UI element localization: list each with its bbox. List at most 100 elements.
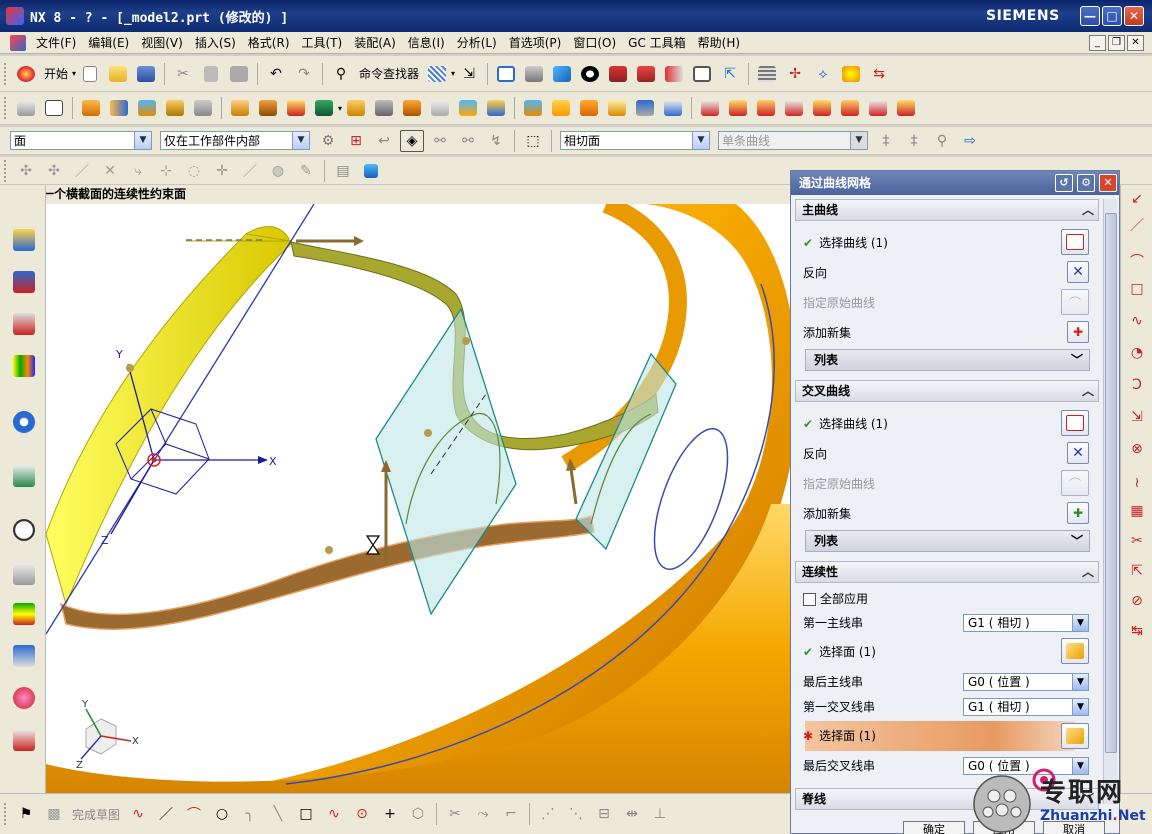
quick-extend-icon[interactable]: ⤳ <box>471 803 495 825</box>
general-select-icon[interactable]: ⊞ <box>344 130 368 152</box>
primary-reverse-button[interactable]: ✕ <box>1067 261 1089 283</box>
assembly-filter-icon[interactable]: ⚙ <box>316 130 340 152</box>
continuity-header[interactable]: 连续性 ︿ <box>795 561 1099 583</box>
edge-blend-icon[interactable] <box>400 97 424 119</box>
subtract-icon[interactable] <box>549 97 573 119</box>
save-icon[interactable] <box>134 63 158 85</box>
paste-icon[interactable] <box>227 63 251 85</box>
forward-arrow-icon[interactable]: ⇨ <box>958 130 982 152</box>
command-finder-icon[interactable]: ⚲ <box>329 63 353 85</box>
menu-info[interactable]: 信息(I) <box>402 34 451 51</box>
stop-at-intersection-icon[interactable]: ‡ <box>874 130 898 152</box>
system-materials-icon[interactable] <box>10 559 38 589</box>
ok-button[interactable]: 确定 <box>903 821 965 834</box>
sketch-line-icon[interactable]: ／ <box>154 803 178 825</box>
rectangle-select-icon[interactable]: ⬚ <box>521 130 545 152</box>
path-select-icon[interactable]: ⚲ <box>930 130 954 152</box>
primary-list-toggle[interactable]: 列表 ﹀ <box>805 349 1090 371</box>
primary-curves-header[interactable]: 主曲线 ︿ <box>795 199 1099 221</box>
chevron-down-icon[interactable]: ▼ <box>692 132 709 149</box>
hole-icon[interactable] <box>163 97 187 119</box>
quick-trim-icon[interactable]: ✂ <box>443 803 467 825</box>
rotate-view-icon[interactable] <box>522 63 546 85</box>
chamfer-icon[interactable] <box>428 97 452 119</box>
chevron-down-icon[interactable]: ﹀ <box>1071 531 1083 551</box>
chevron-down-icon[interactable]: ▼ <box>292 132 309 149</box>
rapid-dimension-icon[interactable]: ⇹ <box>620 803 644 825</box>
intersect-icon[interactable] <box>577 97 601 119</box>
copy-icon[interactable] <box>199 63 223 85</box>
sync-dimension-icon[interactable] <box>894 97 918 119</box>
history-icon[interactable] <box>10 515 38 545</box>
feature-tree-icon[interactable] <box>14 97 38 119</box>
manufacturing-wizard-icon[interactable] <box>10 641 38 671</box>
chevron-down-icon[interactable]: ▼ <box>1072 674 1088 690</box>
sketch-circle-icon[interactable]: ○ <box>210 803 234 825</box>
fit-view-icon[interactable] <box>494 63 518 85</box>
redo-icon[interactable]: ↷ <box>292 63 316 85</box>
pattern-icon[interactable] <box>633 97 657 119</box>
shaded-view-icon[interactable] <box>550 63 574 85</box>
snap-endpoint-icon[interactable]: ✣ <box>42 160 66 182</box>
studio-spline-icon[interactable]: ∿ <box>322 803 346 825</box>
select-face-button-1[interactable] <box>1061 638 1089 664</box>
sync-offset-icon[interactable] <box>726 97 750 119</box>
command-finder-button[interactable]: 命令查找器 <box>355 65 423 82</box>
apply-all-checkbox[interactable] <box>803 592 816 606</box>
part-navigator-icon[interactable] <box>10 309 38 339</box>
system-scene-icon[interactable] <box>10 725 38 755</box>
chevron-down-icon[interactable]: ▼ <box>1072 699 1088 715</box>
composite-curve-icon[interactable]: ▦ <box>1127 503 1147 521</box>
collapse-icon[interactable]: ︿ <box>1082 381 1094 401</box>
primary-select-curve-row[interactable]: ✔ 选择曲线 (1) <box>803 233 888 253</box>
divide-curve-icon[interactable]: ⊘ <box>1127 593 1147 611</box>
offset-curve-icon[interactable]: ⋰ <box>536 803 560 825</box>
menu-insert[interactable]: 插入(S) <box>189 34 242 51</box>
dialog-close-icon[interactable]: ✕ <box>1099 174 1117 192</box>
sketch-ellipse-icon[interactable]: ⊙ <box>350 803 374 825</box>
snap-midpoint-icon[interactable]: ／ <box>70 160 94 182</box>
menu-analysis[interactable]: 分析(L) <box>451 34 503 51</box>
face-rule-combo[interactable]: 相切面 ▼ <box>560 131 710 150</box>
curve-offset-icon[interactable]: Ↄ <box>1127 377 1147 395</box>
collapse-icon[interactable]: ︿ <box>1082 200 1094 220</box>
snap-icon[interactable]: ⇆ <box>867 63 891 85</box>
menu-gc-toolbox[interactable]: GC 工具箱 <box>622 34 692 51</box>
snap-quadrant-icon[interactable]: ◌ <box>182 160 206 182</box>
first-primary-combo[interactable]: G1 ( 相切 ) ▼ <box>963 614 1089 632</box>
assembly-navigator-icon[interactable] <box>10 225 38 255</box>
menu-tools[interactable]: 工具(T) <box>296 34 349 51</box>
selection-filter-icon[interactable]: ⇲ <box>457 63 481 85</box>
menu-preferences[interactable]: 首选项(P) <box>503 34 568 51</box>
model-canvas[interactable]: X Y Z X Y Z <box>46 204 790 793</box>
sync-move-icon[interactable] <box>698 97 722 119</box>
block-icon[interactable] <box>135 97 159 119</box>
mdi-minimize-button[interactable]: _ <box>1089 35 1106 51</box>
select-face-button-2[interactable] <box>1061 723 1089 749</box>
last-primary-combo[interactable]: G0 ( 位置 ) ▼ <box>963 673 1089 691</box>
new-file-icon[interactable] <box>78 63 102 85</box>
extrude-icon[interactable] <box>79 97 103 119</box>
cross-add-new-set-button[interactable]: ✚ <box>1067 502 1089 524</box>
trim-body-icon[interactable] <box>344 97 368 119</box>
cross-select-curve-button[interactable] <box>1061 410 1089 436</box>
follow-fillet-icon[interactable]: ‡ <box>902 130 926 152</box>
graphics-viewport[interactable]: X Y Z X Y Z <box>46 204 790 793</box>
snap-pole-icon[interactable]: ✎ <box>294 160 318 182</box>
revolve-icon[interactable] <box>107 97 131 119</box>
measure-icon[interactable]: ⟡ <box>811 63 835 85</box>
menu-file[interactable]: 文件(F) <box>30 34 82 51</box>
nx-menu-icon[interactable] <box>10 34 26 51</box>
start-button[interactable]: 开始 <box>40 65 72 82</box>
chevron-down-icon[interactable]: ﹀ <box>1071 350 1083 370</box>
snap-body-icon[interactable] <box>359 160 383 182</box>
sketch-rectangle-icon[interactable]: □ <box>294 803 318 825</box>
select-body-icon[interactable]: ⚯ <box>456 130 480 152</box>
chevron-down-icon[interactable]: ▼ <box>1072 615 1088 631</box>
sketch-polygon-icon[interactable]: ⬡ <box>406 803 430 825</box>
menu-assembly[interactable]: 装配(A) <box>348 34 402 51</box>
undo-selection-icon[interactable]: ↩ <box>372 130 396 152</box>
web-browser-icon[interactable] <box>10 461 38 491</box>
csys-icon[interactable]: ✢ <box>783 63 807 85</box>
line-icon[interactable]: ／ <box>1127 215 1147 234</box>
